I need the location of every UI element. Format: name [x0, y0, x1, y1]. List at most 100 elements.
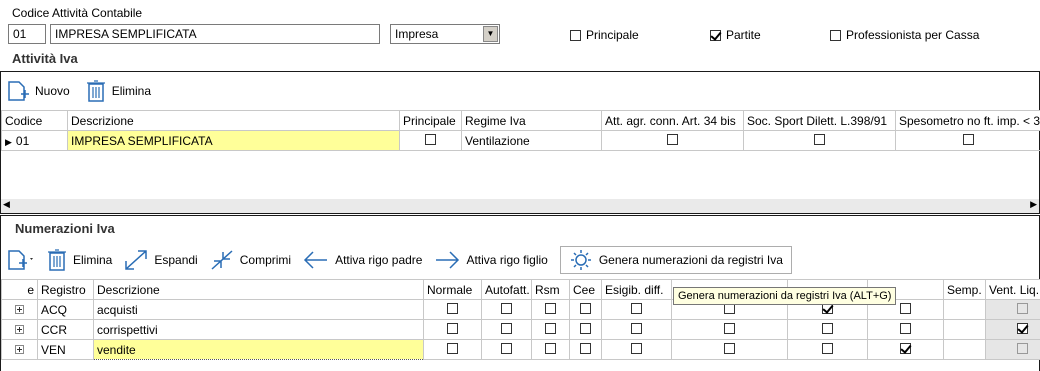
horizontal-scrollbar[interactable]: ◀ ▶	[1, 199, 1039, 213]
expand-row-icon[interactable]	[15, 344, 24, 354]
autofatt-cell[interactable]	[481, 319, 532, 340]
rsm-checkbox[interactable]	[545, 302, 556, 314]
table-row[interactable]: VEN vendite	[1, 339, 1040, 360]
vent-checkbox[interactable]	[1017, 322, 1028, 334]
hidden-3-checkbox[interactable]	[900, 302, 911, 314]
autofatt-checkbox[interactable]	[501, 322, 512, 334]
code-field[interactable]: 01	[8, 24, 46, 44]
esigib-checkbox[interactable]	[631, 302, 642, 314]
normale-checkbox[interactable]	[447, 322, 458, 334]
col-rsm: Rsm	[531, 279, 570, 300]
expand-row-cell[interactable]	[1, 299, 38, 320]
esigib-cell[interactable]	[601, 299, 672, 320]
hidden-1-checkbox[interactable]	[724, 322, 735, 334]
delete-button[interactable]: Elimina	[86, 80, 151, 102]
regime-cell[interactable]: Ventilazione	[461, 130, 602, 151]
rsm-checkbox[interactable]	[545, 322, 556, 334]
codice-cell[interactable]: ▶ 01	[1, 130, 68, 151]
descrizione-cell[interactable]: acquisti	[93, 299, 424, 320]
hidden-3-cell[interactable]	[867, 339, 944, 360]
generate-numbering-label: Genera numerazioni da registri Iva	[598, 253, 783, 267]
hidden-2-cell[interactable]	[787, 319, 868, 340]
autofatt-checkbox[interactable]	[501, 342, 512, 354]
principale-row-checkbox[interactable]	[425, 133, 436, 145]
att-agr-cell[interactable]	[601, 130, 744, 151]
esigib-checkbox[interactable]	[631, 322, 642, 334]
table-row[interactable]: ▶ 01 IMPRESA SEMPLIFICATA Ventilazione	[1, 130, 1040, 151]
hidden-2-cell[interactable]	[787, 339, 868, 360]
scroll-left-icon[interactable]: ◀	[3, 199, 10, 210]
vent-checkbox[interactable]	[1017, 302, 1028, 314]
child-row-button[interactable]: Attiva rigo figlio	[434, 249, 548, 271]
hidden-1-cell[interactable]	[671, 339, 788, 360]
autofatt-checkbox[interactable]	[501, 302, 512, 314]
cee-checkbox[interactable]	[580, 342, 591, 354]
expand-row-cell[interactable]	[1, 319, 38, 340]
rsm-cell[interactable]	[531, 319, 570, 340]
autofatt-cell[interactable]	[481, 339, 532, 360]
soc-sport-cell[interactable]	[743, 130, 896, 151]
normale-cell[interactable]	[423, 339, 482, 360]
cee-cell[interactable]	[569, 319, 602, 340]
descrizione-cell[interactable]: vendite	[93, 339, 424, 360]
spesometro-cell[interactable]	[895, 130, 1040, 151]
professionista-option[interactable]: Professionista per Cassa	[830, 28, 979, 42]
new-dropdown-button[interactable]	[7, 249, 35, 271]
descrizione-cell[interactable]: corrispettivi	[93, 319, 424, 340]
normale-cell[interactable]	[423, 299, 482, 320]
esigib-checkbox[interactable]	[631, 342, 642, 354]
principale-option[interactable]: Principale	[570, 28, 639, 42]
generate-numbering-button[interactable]: Genera numerazioni da registri Iva	[559, 246, 792, 274]
soc-sport-checkbox[interactable]	[814, 133, 825, 145]
type-select[interactable]: Impresa ▼	[390, 24, 500, 44]
hidden-3-checkbox[interactable]	[900, 322, 911, 334]
principale-checkbox[interactable]	[570, 29, 581, 41]
expand-row-cell[interactable]	[1, 339, 38, 360]
professionista-checkbox[interactable]	[830, 29, 841, 41]
rsm-checkbox[interactable]	[545, 342, 556, 354]
table-row[interactable]: CCR corrispettivi	[1, 319, 1040, 340]
cee-checkbox[interactable]	[580, 302, 591, 314]
expand-button[interactable]: Espandi	[124, 249, 198, 271]
scroll-right-icon[interactable]: ▶	[1030, 199, 1037, 210]
cee-cell[interactable]	[569, 299, 602, 320]
cee-cell[interactable]	[569, 339, 602, 360]
hidden-2-checkbox[interactable]	[822, 322, 833, 334]
expand-row-icon[interactable]	[15, 304, 24, 314]
registro-cell[interactable]: ACQ	[37, 299, 94, 320]
registro-cell[interactable]: CCR	[37, 319, 94, 340]
hidden-2-checkbox[interactable]	[822, 342, 833, 354]
cee-checkbox[interactable]	[580, 322, 591, 334]
att-agr-checkbox[interactable]	[667, 133, 678, 145]
esigib-cell[interactable]	[601, 339, 672, 360]
partite-checkbox[interactable]	[710, 29, 721, 41]
collapse-button[interactable]: Comprimi	[210, 249, 291, 271]
normale-checkbox[interactable]	[447, 342, 458, 354]
delete-button[interactable]: Elimina	[47, 249, 112, 271]
hidden-1-checkbox[interactable]	[724, 342, 735, 354]
hidden-3-cell[interactable]	[867, 319, 944, 340]
rsm-cell[interactable]	[531, 299, 570, 320]
chevron-down-icon[interactable]: ▼	[483, 26, 498, 42]
hidden-1-cell[interactable]	[671, 319, 788, 340]
normale-checkbox[interactable]	[447, 302, 458, 314]
principale-cell[interactable]	[399, 130, 462, 151]
vent-cell[interactable]	[985, 299, 1040, 320]
description-field[interactable]: IMPRESA SEMPLIFICATA	[50, 24, 380, 44]
esigib-cell[interactable]	[601, 319, 672, 340]
new-button[interactable]: Nuovo	[7, 80, 70, 102]
vent-cell[interactable]	[985, 339, 1040, 360]
parent-row-button[interactable]: Attiva rigo padre	[303, 249, 422, 271]
hidden-3-checkbox[interactable]	[900, 342, 911, 354]
col-autofatt: Autofatt.	[481, 279, 532, 300]
vent-checkbox[interactable]	[1017, 342, 1028, 354]
expand-row-icon[interactable]	[15, 324, 24, 334]
normale-cell[interactable]	[423, 319, 482, 340]
autofatt-cell[interactable]	[481, 299, 532, 320]
rsm-cell[interactable]	[531, 339, 570, 360]
spesometro-checkbox[interactable]	[963, 133, 974, 145]
descrizione-cell[interactable]: IMPRESA SEMPLIFICATA	[67, 130, 400, 151]
vent-cell[interactable]	[985, 319, 1040, 340]
registro-cell[interactable]: VEN	[37, 339, 94, 360]
partite-option[interactable]: Partite	[710, 28, 761, 42]
